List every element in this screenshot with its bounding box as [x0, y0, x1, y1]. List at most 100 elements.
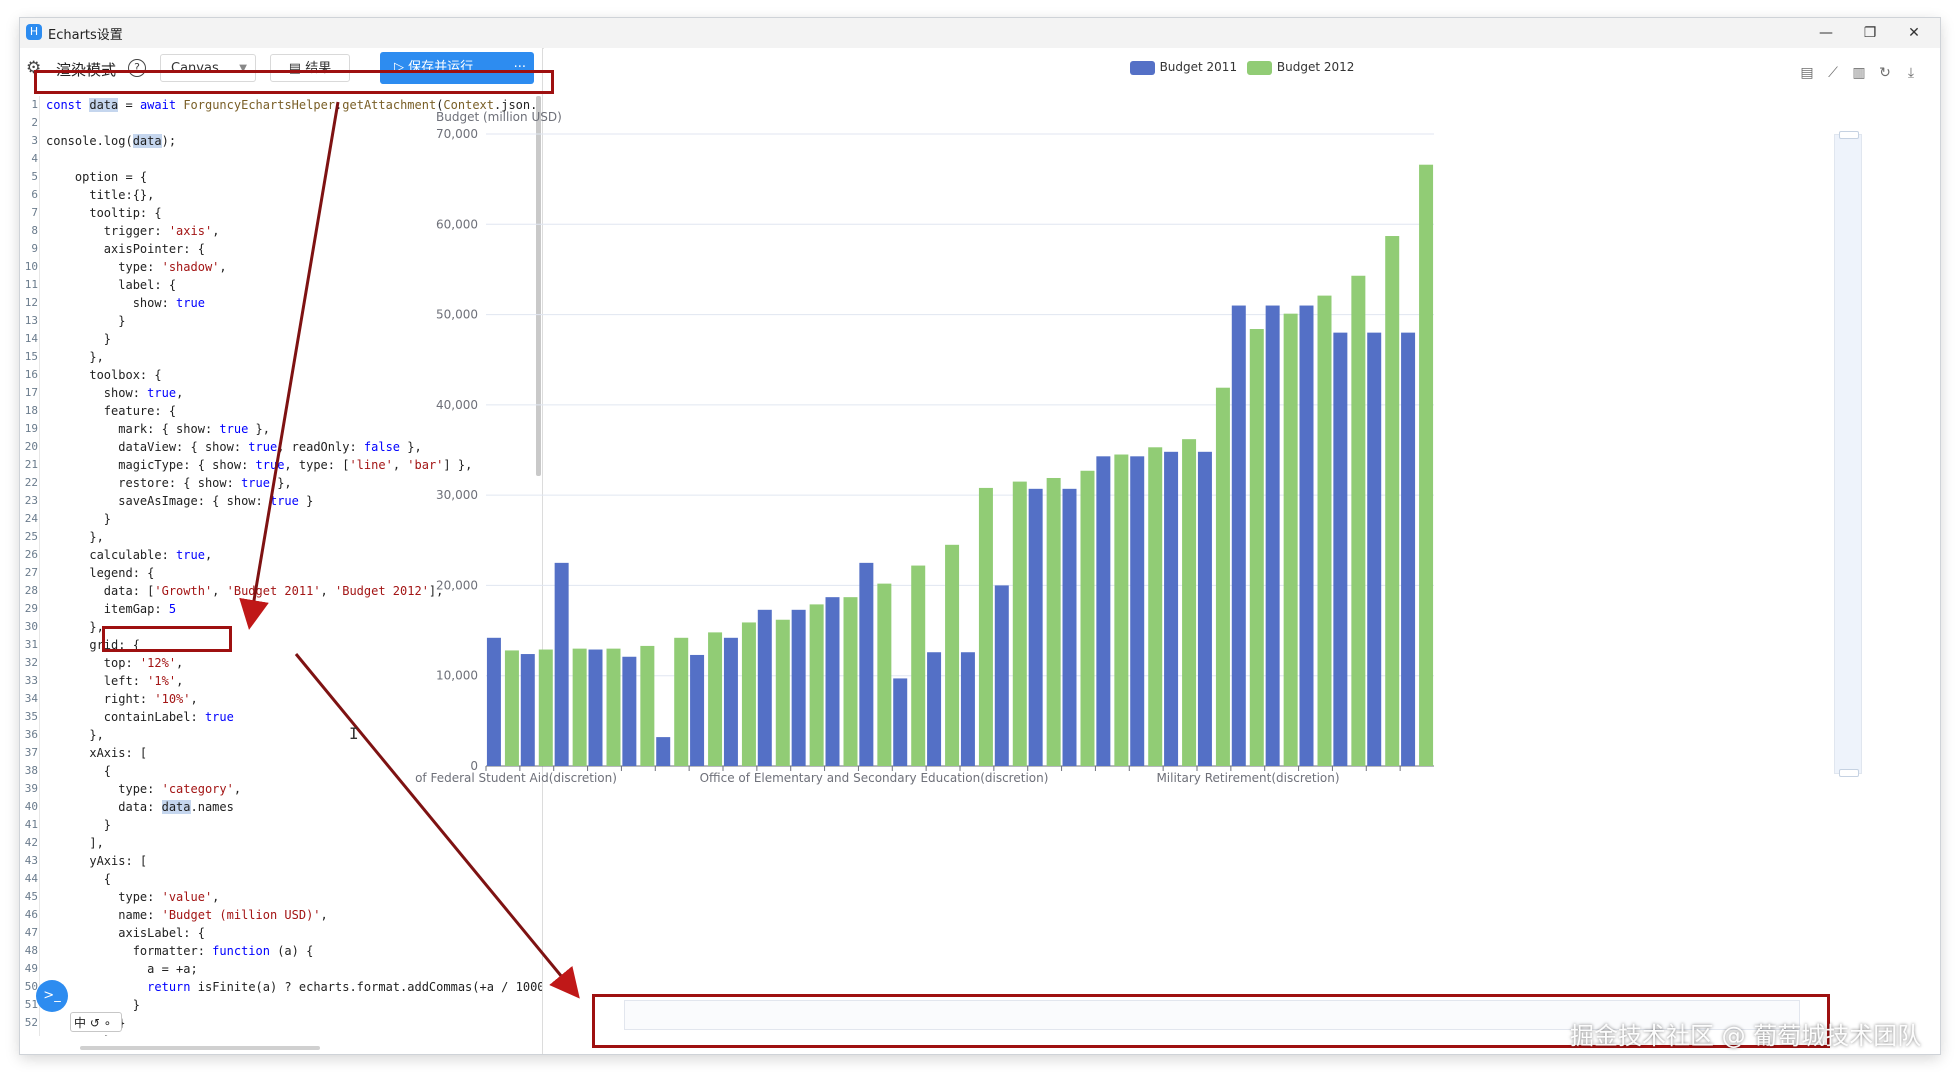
- ime-indicator[interactable]: 中 ↺ ∘: [70, 1012, 122, 1032]
- code-line[interactable]: 44 {: [20, 870, 542, 888]
- code-line[interactable]: 20 dataView: { show: true, readOnly: fal…: [20, 438, 542, 456]
- save-image-icon[interactable]: ⤓: [1902, 65, 1920, 81]
- code-line[interactable]: 13 }: [20, 312, 542, 330]
- code-line[interactable]: 48 formatter: function (a) {: [20, 942, 542, 960]
- watermark: 掘金技术社区 @ 葡萄城技术团队: [1570, 1022, 1922, 1050]
- code-line[interactable]: 50 return isFinite(a) ? echarts.format.a…: [20, 978, 542, 996]
- code-line[interactable]: 34 right: '10%',: [20, 690, 542, 708]
- line-number: 20: [24, 440, 38, 453]
- code-line[interactable]: 17 show: true,: [20, 384, 542, 402]
- code-line[interactable]: 33 left: '1%',: [20, 672, 542, 690]
- line-number: 8: [31, 224, 38, 237]
- code-line[interactable]: 37 xAxis: [: [20, 744, 542, 762]
- bar-chart-icon[interactable]: ▥: [1850, 65, 1868, 81]
- code-line[interactable]: 8 trigger: 'axis',: [20, 222, 542, 240]
- line-number: 36: [24, 728, 38, 741]
- code-text: data: data.names: [46, 800, 234, 814]
- code-line[interactable]: 41 }: [20, 816, 542, 834]
- line-number: 52: [24, 1016, 38, 1029]
- code-line[interactable]: 24 }: [20, 510, 542, 528]
- line-chart-icon[interactable]: ⟋: [1824, 65, 1842, 81]
- code-line[interactable]: 26 calculable: true,: [20, 546, 542, 564]
- code-line[interactable]: 12 show: true: [20, 294, 542, 312]
- code-line[interactable]: 49 a = +a;: [20, 960, 542, 978]
- editor-horizontal-scrollbar[interactable]: [80, 1046, 320, 1050]
- code-line[interactable]: 45 type: 'value',: [20, 888, 542, 906]
- code-line[interactable]: 23 saveAsImage: { show: true }: [20, 492, 542, 510]
- line-number: 4: [31, 152, 38, 165]
- code-line[interactable]: 31 grid: {: [20, 636, 542, 654]
- code-text: formatter: function (a) {: [46, 944, 314, 958]
- code-line[interactable]: 7 tooltip: {: [20, 204, 542, 222]
- code-text: },: [46, 530, 104, 544]
- chart-preview-panel: Budget 2011 Budget 2012 ▤ ⟋ ▥ ↻ ⤓: [544, 48, 1940, 1054]
- code-line[interactable]: 25 },: [20, 528, 542, 546]
- code-text: type: 'value',: [46, 890, 220, 904]
- code-editor-panel: ⚙ 渲染模式 ? Canvas ▼ ▤ 结果 ▷ 保存并运行 ··· 1 cons…: [20, 48, 543, 1054]
- code-line[interactable]: 30 },: [20, 618, 542, 636]
- code-line[interactable]: 32 top: '12%',: [20, 654, 542, 672]
- data-view-icon[interactable]: ▤: [1798, 65, 1816, 81]
- legend-item-budget-2011[interactable]: Budget 2011: [1129, 60, 1237, 75]
- legend-label: Budget 2012: [1276, 60, 1355, 74]
- code-text: saveAsImage: { show: true }: [46, 494, 314, 508]
- code-line[interactable]: 15 },: [20, 348, 542, 366]
- code-area[interactable]: 1 const data = await ForguncyEchartsHelpe…: [20, 96, 542, 1036]
- line-number: 37: [24, 746, 38, 759]
- code-text: label: {: [46, 278, 177, 292]
- code-line[interactable]: 36 },: [20, 726, 542, 744]
- minimize-button[interactable]: —: [1804, 18, 1848, 48]
- line-number: 34: [24, 692, 38, 705]
- vertical-datazoom-slider[interactable]: [1834, 131, 1862, 777]
- code-line[interactable]: 18 feature: {: [20, 402, 542, 420]
- code-text: type: 'shadow',: [46, 260, 227, 274]
- code-line[interactable]: 39 type: 'category',: [20, 780, 542, 798]
- code-line[interactable]: 19 mark: { show: true },: [20, 420, 542, 438]
- close-button[interactable]: ✕: [1892, 18, 1936, 48]
- line-number: 24: [24, 512, 38, 525]
- code-line[interactable]: 47 axisLabel: {: [20, 924, 542, 942]
- code-line[interactable]: 10 type: 'shadow',: [20, 258, 542, 276]
- code-line[interactable]: 27 legend: {: [20, 564, 542, 582]
- line-number: 32: [24, 656, 38, 669]
- terminal-icon[interactable]: >_: [36, 980, 68, 1012]
- code-line[interactable]: 14 }: [20, 330, 542, 348]
- code-text: return isFinite(a) ? echarts.format.addC…: [147, 980, 542, 994]
- line-number: 43: [24, 854, 38, 867]
- code-line[interactable]: 4: [20, 150, 542, 168]
- code-line[interactable]: 3 console.log(data);: [20, 132, 542, 150]
- line-number: 2: [31, 116, 38, 129]
- zoom-handle-bottom[interactable]: [1839, 769, 1859, 777]
- echarts-settings-window: H Echarts设置 — ❐ ✕ ⚙ 渲染模式 ? Canvas ▼ ▤ 结果…: [20, 18, 1940, 1054]
- code-text: ],: [46, 836, 104, 850]
- code-line[interactable]: 1 const data = await ForguncyEchartsHelpe…: [20, 96, 542, 114]
- code-line[interactable]: 22 restore: { show: true },: [20, 474, 542, 492]
- code-line[interactable]: 28 data: ['Growth', 'Budget 2011', 'Budg…: [20, 582, 542, 600]
- code-line[interactable]: 5 option = {: [20, 168, 542, 186]
- line-number: 15: [24, 350, 38, 363]
- code-line[interactable]: 42 ],: [20, 834, 542, 852]
- code-text: }: [46, 818, 112, 832]
- annotation-box-line1: [34, 70, 554, 94]
- code-line[interactable]: 43 yAxis: [: [20, 852, 542, 870]
- restore-icon[interactable]: ↻: [1876, 65, 1894, 81]
- code-line[interactable]: 29 itemGap: 5: [20, 600, 542, 618]
- legend-item-budget-2012[interactable]: Budget 2012: [1246, 60, 1355, 75]
- code-line[interactable]: 6 title:{},: [20, 186, 542, 204]
- code-line[interactable]: 11 label: {: [20, 276, 542, 294]
- zoom-handle-top[interactable]: [1839, 131, 1859, 139]
- maximize-button[interactable]: ❐: [1848, 18, 1892, 48]
- code-line[interactable]: 9 axisPointer: {: [20, 240, 542, 258]
- code-text: right: '10%',: [46, 692, 198, 706]
- code-line[interactable]: 40 data: data.names: [20, 798, 542, 816]
- code-line[interactable]: 38 {: [20, 762, 542, 780]
- code-line[interactable]: 2: [20, 114, 542, 132]
- editor-vertical-scrollbar[interactable]: [536, 96, 541, 476]
- code-line[interactable]: 16 toolbox: {: [20, 366, 542, 384]
- code-text: },: [46, 728, 104, 742]
- line-number: 3: [31, 134, 38, 147]
- code-line[interactable]: 46 name: 'Budget (million USD)',: [20, 906, 542, 924]
- line-number: 27: [24, 566, 38, 579]
- code-line[interactable]: 35 containLabel: true: [20, 708, 542, 726]
- code-line[interactable]: 21 magicType: { show: true, type: ['line…: [20, 456, 542, 474]
